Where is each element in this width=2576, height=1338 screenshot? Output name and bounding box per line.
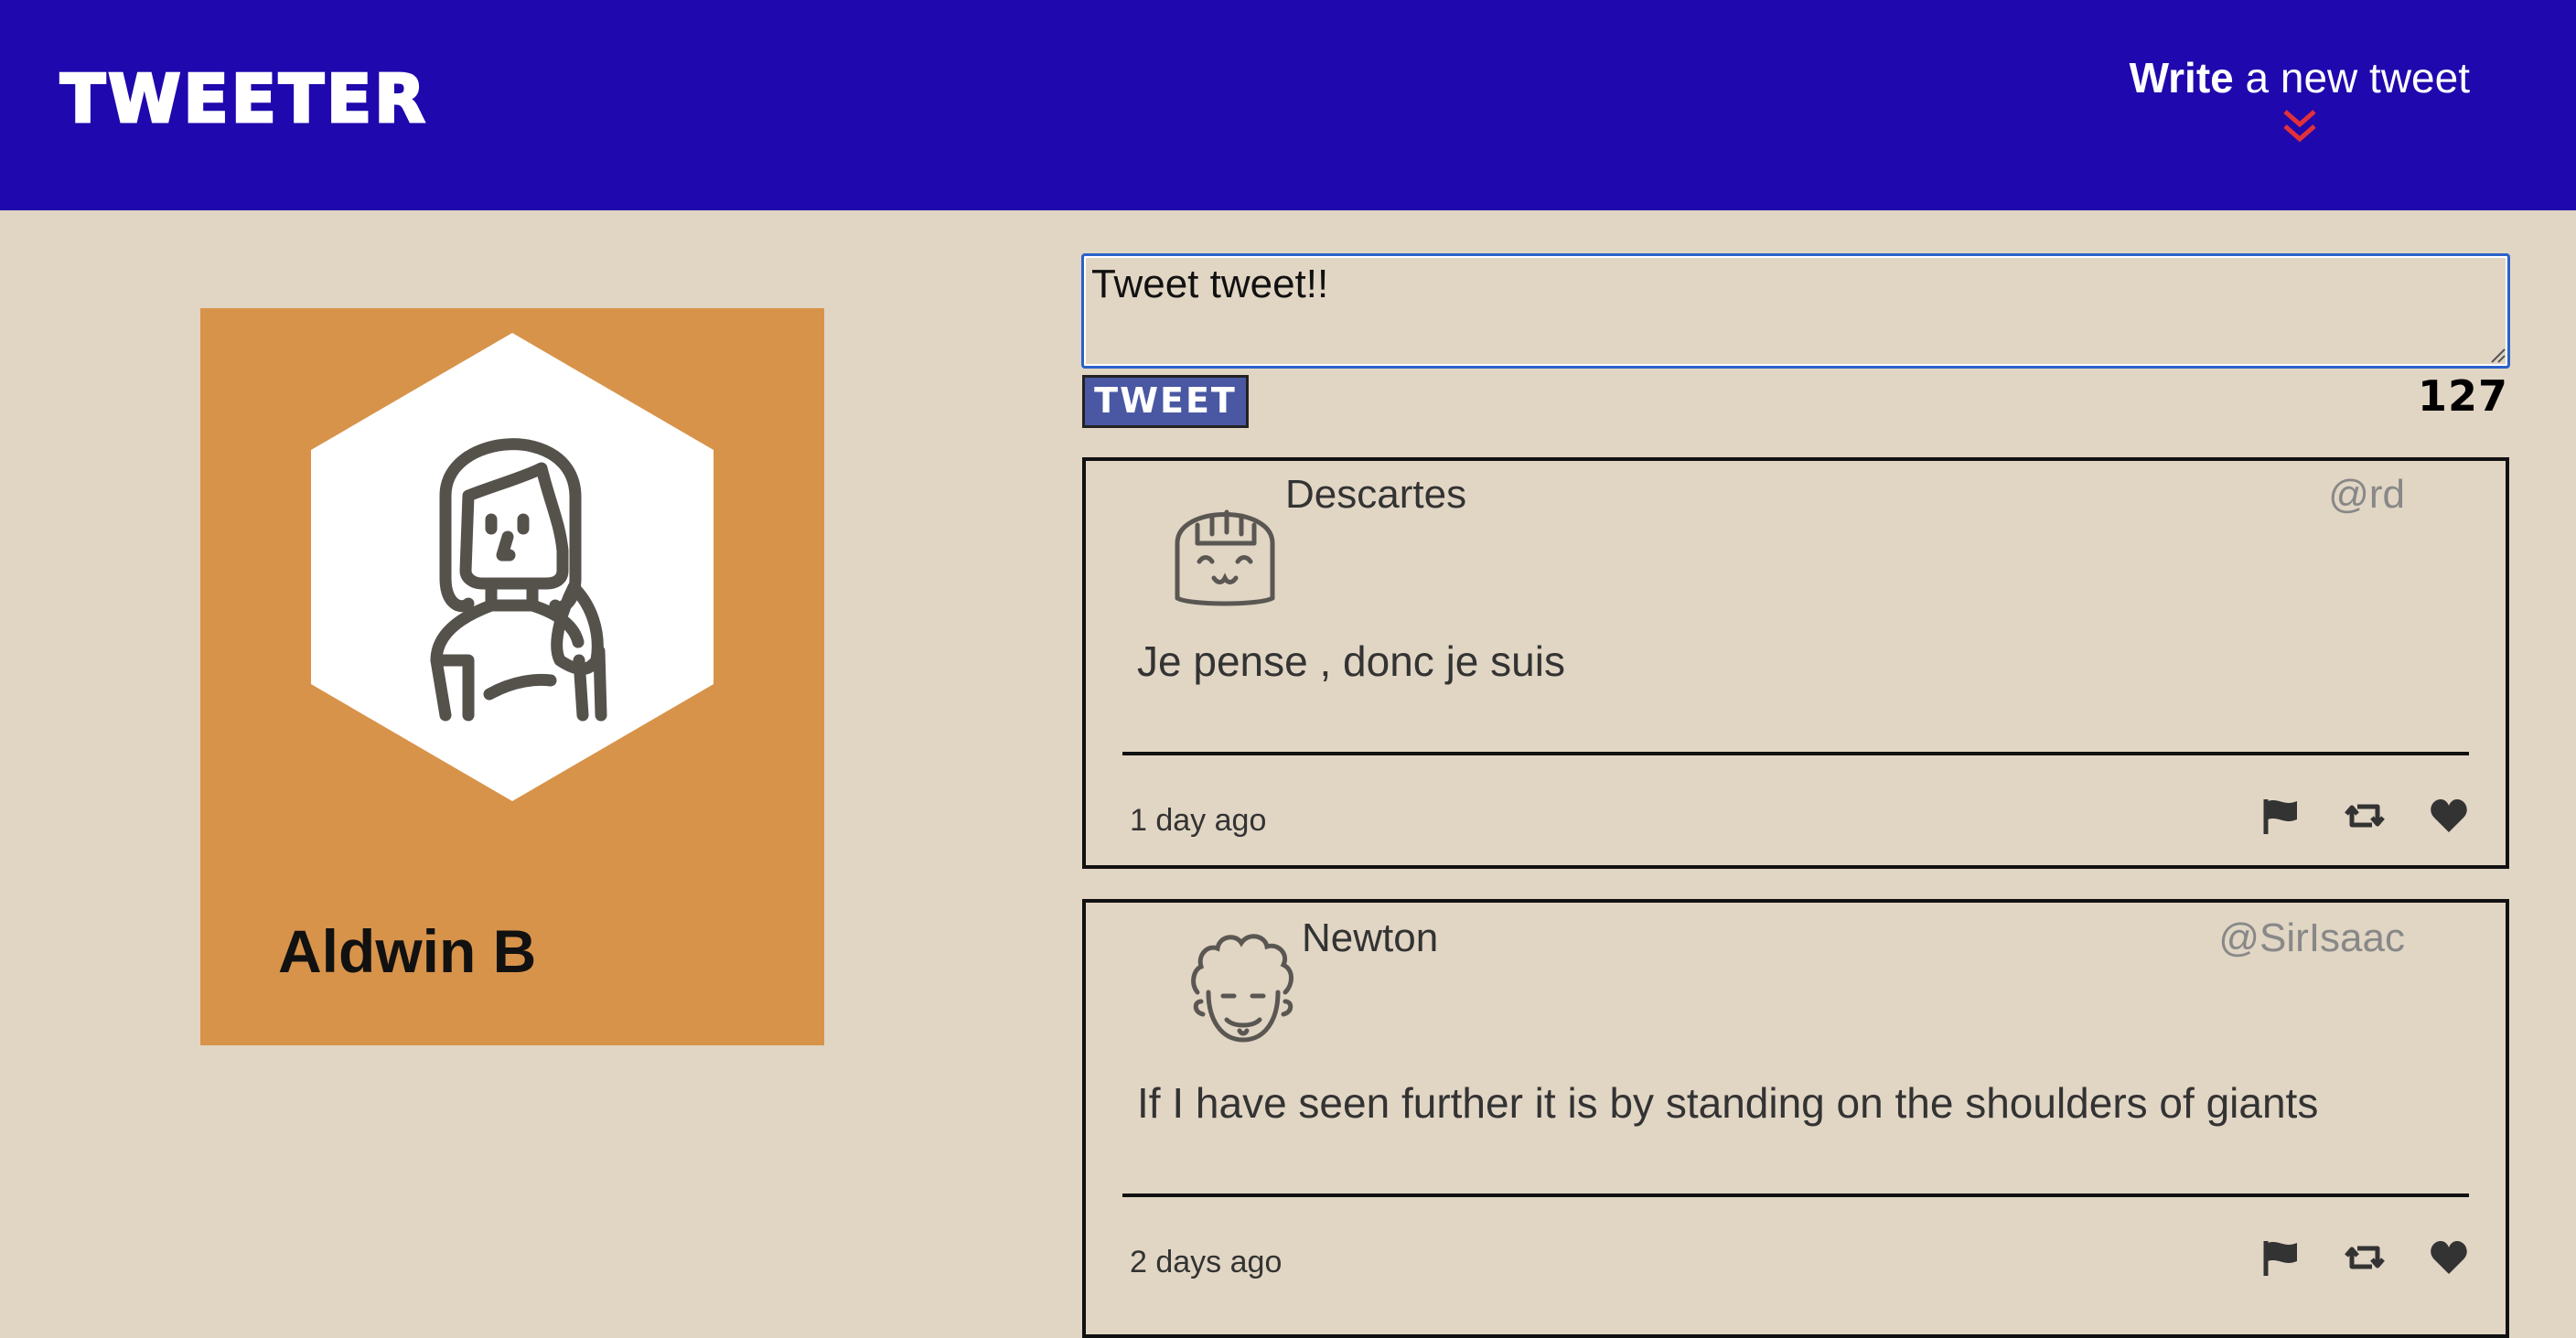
- tweet-timestamp: 1 day ago: [1130, 803, 1267, 838]
- descartes-avatar-icon: [1175, 509, 1275, 606]
- flag-icon[interactable]: [2260, 796, 2301, 836]
- tweet-card: Descartes @rd Je pense , donc je suis 1 …: [1082, 457, 2509, 869]
- tweet-timestamp: 2 days ago: [1130, 1245, 1283, 1279]
- tweet-compose-input[interactable]: Tweet tweet!!: [1081, 253, 2510, 369]
- double-chevron-down-icon[interactable]: [2280, 106, 2320, 146]
- heart-icon[interactable]: [2429, 796, 2469, 836]
- tweet-handle: @rd: [2328, 472, 2405, 517]
- retweet-icon[interactable]: [2345, 796, 2385, 836]
- flag-icon[interactable]: [2260, 1237, 2301, 1278]
- tweet-content: Je pense , donc je suis: [1137, 637, 1565, 685]
- profile-avatar: [311, 333, 714, 801]
- tweet-handle: @SirIsaac: [2218, 915, 2405, 960]
- brand-logo[interactable]: TWEETER: [59, 59, 428, 139]
- tweet-content: If I have seen further it is by standing…: [1137, 1079, 2319, 1127]
- top-nav: TWEETER Write a new tweet: [0, 0, 2576, 210]
- tweet-submit-button[interactable]: TWEET: [1082, 375, 1249, 428]
- tweet-divider: [1122, 752, 2469, 755]
- tweet-author: Descartes: [1285, 472, 1467, 517]
- heart-icon[interactable]: [2429, 1237, 2469, 1278]
- tweet-actions: [2260, 796, 2469, 836]
- write-new-tweet-label[interactable]: Write a new tweet: [2130, 53, 2470, 102]
- tweet-author: Newton: [1302, 915, 1439, 960]
- retweet-icon[interactable]: [2345, 1237, 2385, 1278]
- tweet-actions: [2260, 1237, 2469, 1278]
- tweet-card: Newton @SirIsaac If I have seen further …: [1082, 899, 2509, 1338]
- tweet-divider: [1122, 1193, 2469, 1197]
- newton-avatar-icon: [1191, 934, 1293, 1043]
- character-counter: 127: [2417, 371, 2508, 421]
- resize-handle-icon[interactable]: [2490, 348, 2506, 364]
- profile-name: Aldwin B: [278, 917, 537, 985]
- profile-card: Aldwin B: [200, 308, 824, 1045]
- write-new-tweet-link[interactable]: Write a new tweet: [2130, 53, 2470, 146]
